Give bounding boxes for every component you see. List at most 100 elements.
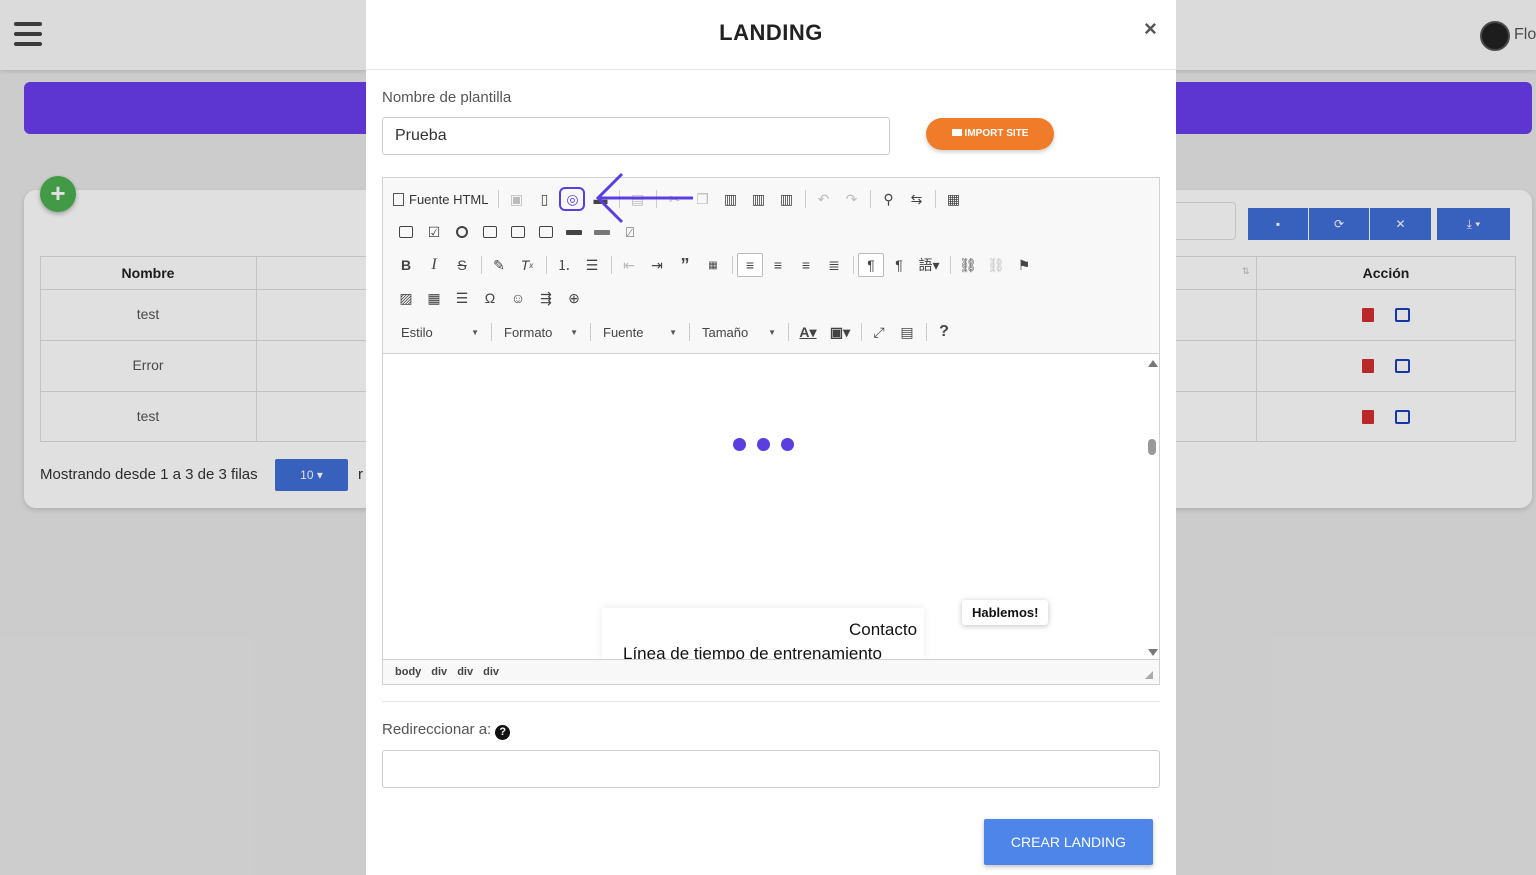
show-blocks-icon[interactable]: ▤	[894, 320, 920, 344]
bold-icon[interactable]: B	[393, 253, 419, 277]
remove-format-icon[interactable]: Tx	[514, 253, 540, 277]
undo-icon[interactable]: ↶	[810, 187, 836, 211]
find-icon[interactable]: ⚲	[875, 187, 901, 211]
source-html-button[interactable]: Fuente HTML	[393, 192, 488, 207]
scroll-up-icon[interactable]	[1148, 360, 1158, 367]
form-icon[interactable]	[393, 220, 419, 244]
paste-text-icon[interactable]: ▥	[745, 187, 771, 211]
divider	[382, 701, 1160, 702]
path-item[interactable]: div	[431, 666, 447, 678]
unlink-icon[interactable]: ⛓	[983, 253, 1009, 277]
special-char-icon[interactable]: Ω	[477, 286, 503, 310]
new-page-icon[interactable]: ▯	[531, 187, 557, 211]
div-container-icon[interactable]: ▦	[700, 253, 726, 277]
button-field-icon[interactable]	[561, 220, 587, 244]
checkbox-icon[interactable]: ☑	[421, 220, 447, 244]
editor-toolbar: Fuente HTML ▣ ▯ ◎ ▬ ▤ ✂ ❐ ▥ ▥ ▥ ↶ ↷ ⚲ ⇆	[383, 178, 1159, 353]
document-icon	[393, 192, 404, 206]
editor-content-area[interactable]: Hablemos! Contacto Línea de tiempo de en…	[383, 353, 1159, 659]
template-name-input[interactable]	[382, 117, 890, 155]
italic-icon[interactable]: I	[421, 253, 447, 277]
chevron-down-icon: ▼	[570, 327, 578, 337]
toolbar-separator	[788, 323, 789, 341]
replace-icon[interactable]: ⇆	[903, 187, 929, 211]
templates-icon[interactable]: ▤	[624, 187, 650, 211]
copy-format-icon[interactable]: ✎	[486, 253, 512, 277]
anchor-icon[interactable]: ⚑	[1011, 253, 1037, 277]
toolbar-separator	[950, 256, 951, 274]
close-button[interactable]: ×	[1144, 16, 1157, 42]
bg-color-icon[interactable]: ▣▾	[825, 320, 855, 344]
redo-icon[interactable]: ↷	[838, 187, 864, 211]
resize-handle[interactable]	[1145, 671, 1153, 679]
create-landing-button[interactable]: CREAR LANDING	[984, 819, 1153, 865]
import-site-label: IMPORT SITE	[964, 128, 1029, 139]
smiley-icon[interactable]: ☺	[505, 286, 531, 310]
scroll-down-icon[interactable]	[1148, 649, 1158, 656]
image-icon[interactable]: ▨	[393, 286, 419, 310]
chevron-down-icon: ▼	[669, 327, 677, 337]
style-combo-label: Estilo	[401, 324, 433, 340]
iframe-icon[interactable]: ⊕	[561, 286, 587, 310]
help-icon[interactable]: ?	[931, 320, 957, 344]
style-combo[interactable]: Estilo ▼	[393, 321, 487, 343]
path-item[interactable]: div	[457, 666, 473, 678]
select-all-icon[interactable]: ▦	[940, 187, 966, 211]
maximize-icon[interactable]: ⤢	[866, 320, 892, 344]
toolbar-separator	[861, 323, 862, 341]
preview-icon[interactable]: ◎	[559, 187, 586, 211]
paste-icon[interactable]: ▥	[717, 187, 743, 211]
toolbar-separator	[689, 323, 690, 341]
select-field-icon[interactable]	[533, 220, 559, 244]
redirect-label-text: Redireccionar a:	[382, 721, 492, 738]
radio-icon[interactable]	[449, 220, 475, 244]
justify-icon[interactable]: ≣	[821, 253, 847, 277]
bulleted-list-icon[interactable]: ☰	[579, 253, 605, 277]
path-item[interactable]: body	[395, 666, 421, 678]
outdent-icon[interactable]: ⇤	[616, 253, 642, 277]
toolbar-separator	[611, 256, 612, 274]
align-left-icon[interactable]: ≡	[737, 253, 763, 277]
page-break-icon[interactable]: ⇶	[533, 286, 559, 310]
paste-word-icon[interactable]: ▥	[773, 187, 799, 211]
scroll-thumb[interactable]	[1148, 439, 1156, 455]
hidden-field-icon[interactable]: ⍁	[617, 220, 643, 244]
align-right-icon[interactable]: ≡	[793, 253, 819, 277]
link-icon[interactable]: ⛓	[955, 253, 981, 277]
question-icon[interactable]: ?	[495, 725, 511, 740]
font-combo[interactable]: Fuente ▼	[595, 321, 685, 343]
scrollbar[interactable]	[1145, 354, 1159, 659]
redirect-label: Redireccionar a:?	[382, 721, 511, 740]
image-button-icon[interactable]	[589, 220, 615, 244]
toolbar-separator	[546, 256, 547, 274]
import-site-button[interactable]: IMPORT SITE	[926, 118, 1054, 150]
redirect-input[interactable]	[382, 750, 1160, 788]
landing-modal: LANDING × Nombre de plantilla IMPORT SIT…	[366, 0, 1176, 875]
modal-title: LANDING	[719, 20, 823, 45]
text-color-icon[interactable]: A▾	[793, 320, 823, 344]
numbered-list-icon[interactable]: ⒈	[551, 253, 577, 277]
language-icon[interactable]: 語▾	[914, 253, 944, 277]
rtl-icon[interactable]: ¶	[886, 253, 912, 277]
copy-icon[interactable]: ❐	[689, 187, 715, 211]
text-field-icon[interactable]	[477, 220, 503, 244]
path-item[interactable]: div	[483, 666, 499, 678]
save-icon[interactable]: ▣	[503, 187, 529, 211]
format-combo[interactable]: Formato ▼	[496, 321, 586, 343]
strike-icon[interactable]: S	[449, 253, 475, 277]
rich-text-editor: Fuente HTML ▣ ▯ ◎ ▬ ▤ ✂ ❐ ▥ ▥ ▥ ↶ ↷ ⚲ ⇆	[382, 177, 1160, 685]
cut-icon[interactable]: ✂	[661, 187, 687, 211]
chevron-down-icon: ▼	[471, 327, 479, 337]
toolbar-separator	[732, 256, 733, 274]
blockquote-icon[interactable]: ”	[672, 253, 698, 277]
horizontal-line-icon[interactable]: ☰	[449, 286, 475, 310]
ltr-icon[interactable]: ¶	[858, 253, 884, 277]
textarea-icon[interactable]	[505, 220, 531, 244]
toolbar-separator	[481, 256, 482, 274]
align-center-icon[interactable]: ≡	[765, 253, 791, 277]
toolbar-separator	[926, 323, 927, 341]
indent-icon[interactable]: ⇥	[644, 253, 670, 277]
print-icon[interactable]: ▬	[587, 187, 613, 211]
size-combo[interactable]: Tamaño ▼	[694, 321, 784, 343]
table-icon[interactable]: ▦	[421, 286, 447, 310]
